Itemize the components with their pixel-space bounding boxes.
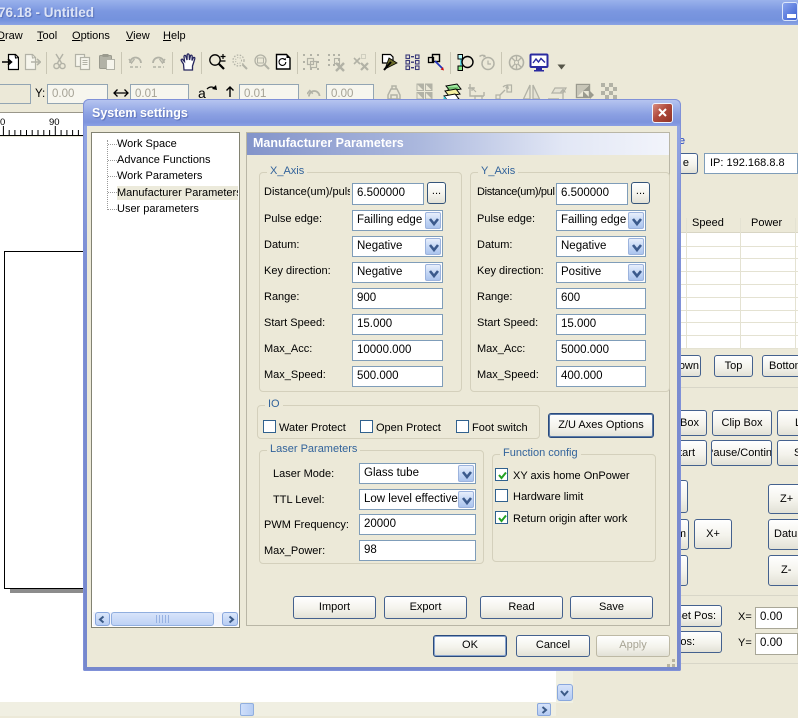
svg-text:90: 90 (49, 117, 60, 128)
svg-text:0: 0 (0, 117, 5, 128)
